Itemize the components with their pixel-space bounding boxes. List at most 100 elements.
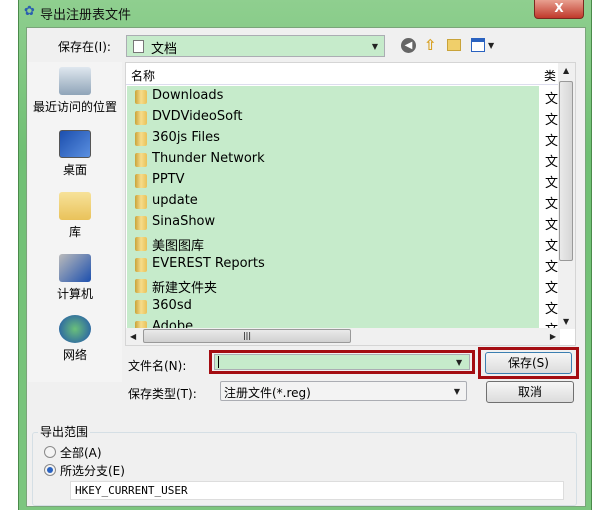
network-icon — [59, 315, 91, 343]
item-type: 文 — [545, 218, 559, 233]
folder-icon — [135, 174, 147, 188]
computer-icon — [59, 254, 91, 282]
scroll-up-icon[interactable]: ▲ — [563, 66, 569, 75]
folder-icon — [135, 258, 147, 272]
view-menu-icon[interactable] — [471, 38, 485, 52]
item-name: EVEREST Reports — [152, 256, 265, 271]
sidebar-item-network[interactable]: 网络 — [28, 315, 122, 363]
sidebar-item-label: 库 — [68, 225, 81, 239]
sidebar-item-libraries[interactable]: 库 — [28, 192, 122, 240]
list-item[interactable]: 新建文件夹 文 — [127, 275, 558, 296]
cancel-button[interactable]: 取消 — [486, 381, 574, 403]
item-type: 文 — [545, 134, 559, 149]
scroll-down-icon[interactable]: ▼ — [563, 317, 569, 326]
list-item[interactable]: DVDVideoSoft 文 — [127, 107, 558, 128]
registry-icon: ✿ — [24, 4, 35, 19]
filetype-value: 注册文件(*.reg) — [224, 386, 311, 400]
desktop-icon — [59, 130, 91, 158]
item-type: 文 — [545, 302, 559, 317]
item-name: update — [152, 193, 198, 208]
recent-places-icon — [59, 67, 91, 95]
folder-icon — [135, 237, 147, 251]
column-header-name[interactable]: 名称 — [131, 67, 155, 84]
lookin-label: 保存在(I): — [58, 40, 111, 54]
scroll-left-icon[interactable]: ◀ — [130, 332, 136, 341]
vertical-scroll-thumb[interactable] — [559, 81, 573, 261]
folder-icon — [135, 279, 147, 293]
item-type: 文 — [545, 197, 559, 212]
sidebar-item-desktop[interactable]: 桌面 — [28, 130, 122, 178]
view-dropdown-icon[interactable]: ▼ — [488, 41, 494, 50]
list-header: 名称 类 — [126, 63, 558, 85]
lookin-combo[interactable]: 文档 ▼ — [126, 35, 385, 57]
list-item[interactable]: 美图图库 文 — [127, 233, 558, 254]
new-folder-icon[interactable] — [447, 39, 461, 51]
places-bar: 最近访问的位置 桌面 库 计算机 网络 — [28, 62, 122, 382]
list-item[interactable]: SinaShow 文 — [127, 212, 558, 233]
item-name: 360sd — [152, 298, 192, 313]
item-name: PPTV — [152, 172, 185, 187]
item-name: Downloads — [152, 88, 224, 103]
item-name: 新建文件夹 — [152, 281, 218, 296]
filename-highlight: ▼ — [209, 350, 475, 374]
list-item[interactable]: Thunder Network 文 — [127, 149, 558, 170]
item-name: 360js Files — [152, 130, 220, 145]
radio-all[interactable] — [44, 446, 56, 458]
item-type: 文 — [545, 113, 559, 128]
sidebar-item-label: 最近访问的位置 — [32, 100, 117, 114]
item-name: Thunder Network — [152, 151, 265, 166]
list-item[interactable]: PPTV 文 — [127, 170, 558, 191]
chevron-down-icon: ▼ — [371, 42, 378, 51]
radio-all-label[interactable]: 全部(A) — [60, 444, 102, 461]
file-list[interactable]: 名称 类 Downloads 文 DVDVideoSoft 文 360js Files 文… — [125, 62, 576, 346]
sidebar-item-label: 计算机 — [56, 287, 93, 301]
list-item[interactable]: 360sd 文 — [127, 296, 558, 317]
radio-selected-branch[interactable] — [44, 464, 56, 476]
sidebar-item-computer[interactable]: 计算机 — [28, 254, 122, 302]
list-rows: Downloads 文 DVDVideoSoft 文 360js Files 文 Thund… — [127, 86, 558, 338]
horizontal-scrollbar[interactable]: ◀ ||| ▶ — [126, 328, 560, 345]
sidebar-item-recent[interactable]: 最近访问的位置 — [28, 67, 122, 115]
item-name: 美图图库 — [152, 239, 205, 254]
save-button[interactable]: 保存(S) — [485, 352, 572, 374]
horizontal-scroll-thumb[interactable]: ||| — [143, 329, 351, 343]
filename-label: 文件名(N): — [128, 359, 187, 373]
filetype-combo[interactable]: 注册文件(*.reg) ▼ — [220, 381, 467, 401]
folder-icon — [135, 300, 147, 314]
item-type: 文 — [545, 92, 559, 107]
folder-icon — [135, 216, 147, 230]
window-title: 导出注册表文件 — [40, 8, 132, 23]
folder-icon — [135, 153, 147, 167]
filename-input[interactable] — [214, 354, 470, 370]
item-type: 文 — [545, 260, 559, 275]
folder-icon — [135, 132, 147, 146]
up-folder-icon[interactable]: ⇧ — [424, 36, 437, 54]
save-highlight: 保存(S) — [478, 347, 579, 379]
list-item[interactable]: EVEREST Reports 文 — [127, 254, 558, 275]
list-item[interactable]: 360js Files 文 — [127, 128, 558, 149]
folder-icon — [135, 111, 147, 125]
branch-input[interactable]: HKEY_CURRENT_USER — [70, 481, 564, 500]
item-type: 文 — [545, 176, 559, 191]
radio-selected-label[interactable]: 所选分支(E) — [60, 462, 125, 479]
sidebar-item-label: 桌面 — [62, 163, 87, 177]
scroll-right-icon[interactable]: ▶ — [550, 332, 556, 341]
item-name: SinaShow — [152, 214, 216, 229]
close-button[interactable]: X — [534, 0, 584, 19]
folder-icon — [135, 90, 147, 104]
filetype-label: 保存类型(T): — [128, 387, 197, 401]
export-range-title: 导出范围 — [38, 423, 91, 440]
item-type: 文 — [545, 239, 559, 254]
list-item[interactable]: Downloads 文 — [127, 86, 558, 107]
lookin-value: 文档 — [151, 42, 178, 57]
item-name: DVDVideoSoft — [152, 109, 243, 124]
chevron-down-icon[interactable]: ▼ — [456, 358, 462, 367]
list-item[interactable]: update 文 — [127, 191, 558, 212]
chevron-down-icon: ▼ — [453, 387, 460, 396]
sidebar-item-label: 网络 — [62, 348, 87, 362]
column-header-type[interactable]: 类 — [544, 67, 556, 84]
vertical-scrollbar[interactable]: ▲ ▼ — [558, 63, 575, 329]
text-cursor — [218, 356, 219, 368]
back-icon[interactable]: ◀ — [401, 38, 416, 53]
folder-icon — [135, 195, 147, 209]
